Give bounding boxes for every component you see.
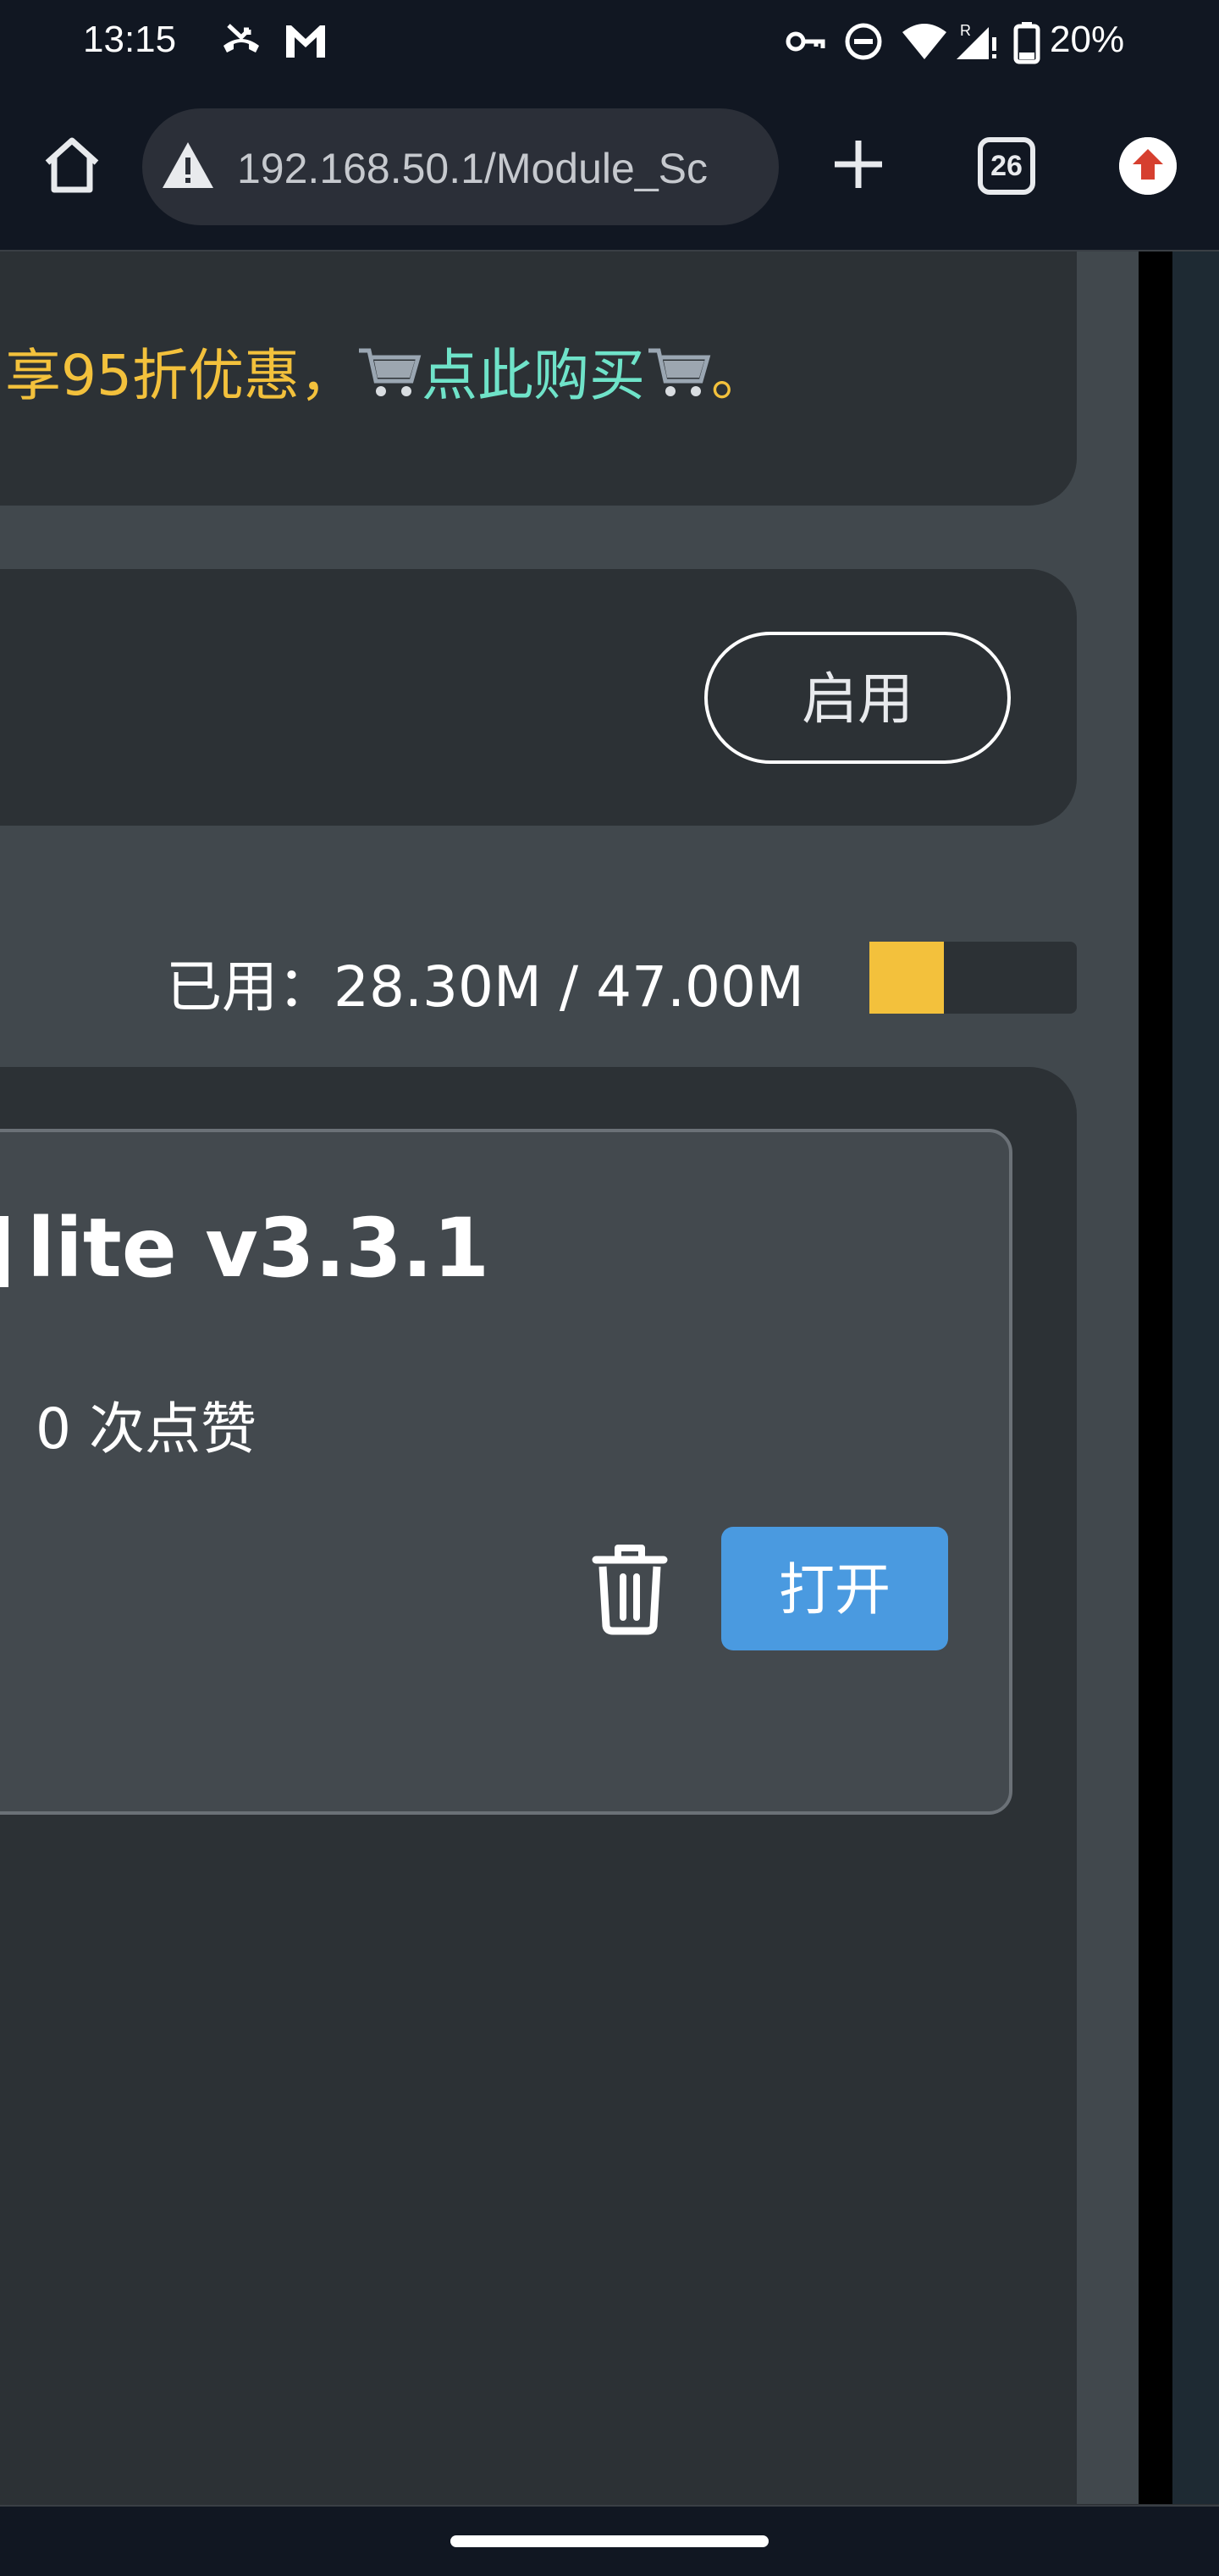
usage-label: 已用：28.30M / 47.00M (166, 954, 804, 1020)
missed-call-icon (223, 24, 259, 53)
promo-prefix: 享95折优惠， (5, 343, 356, 408)
side-panel (1172, 252, 1219, 2504)
home-gesture-handle[interactable] (450, 2535, 769, 2547)
warning-icon[interactable] (159, 137, 217, 195)
module-title: lite v3.3.1 (27, 1201, 490, 1296)
gmail-icon (286, 25, 325, 58)
gesture-nav-bar (0, 2505, 1219, 2576)
home-icon[interactable] (41, 134, 103, 196)
trash-icon[interactable] (589, 1541, 670, 1636)
svg-text:R: R (960, 22, 971, 39)
vpn-key-icon (786, 31, 825, 52)
page-margin (1077, 252, 1139, 2504)
new-tab-icon[interactable] (828, 134, 889, 195)
promo-suffix: 。 (710, 343, 767, 408)
browser-toolbar: 192.168.50.1/Module_Sc 26 (0, 85, 1219, 252)
battery-percent: 20% (1050, 19, 1125, 60)
module-likes: 0 次点赞 (36, 1396, 256, 1462)
module-title-clipped (0, 1216, 8, 1287)
do-not-disturb-icon (845, 23, 882, 60)
tab-switcher-button[interactable]: 26 (978, 137, 1035, 195)
extension-upload-icon[interactable] (1119, 137, 1177, 195)
shopping-cart-icon (648, 348, 711, 396)
url-bar[interactable]: 192.168.50.1/Module_Sc (142, 108, 779, 225)
usage-progress-bar (869, 942, 1077, 1014)
battery-icon (1013, 22, 1040, 64)
open-button[interactable]: 打开 (721, 1527, 948, 1650)
buy-link[interactable]: 点此购买 (422, 343, 645, 408)
usage-progress-fill (869, 942, 945, 1014)
status-time: 13:15 (83, 19, 177, 60)
enable-button[interactable]: 启用 (704, 632, 1011, 764)
signal-icon: R (957, 22, 996, 59)
wifi-icon (902, 24, 946, 59)
scrollbar-track[interactable] (1139, 252, 1172, 2504)
shopping-cart-icon (358, 348, 422, 396)
status-bar: 13:15 R 20% (0, 0, 1219, 85)
promo-text: 享95折优惠， 点此购买 。 (5, 330, 767, 412)
url-text[interactable]: 192.168.50.1/Module_Sc (237, 144, 770, 193)
